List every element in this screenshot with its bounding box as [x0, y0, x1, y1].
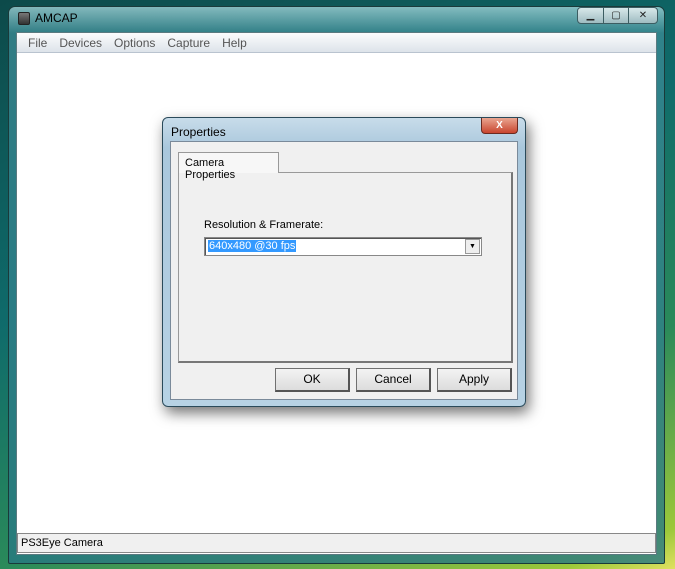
menu-help[interactable]: Help — [216, 33, 253, 52]
status-bar: PS3Eye Camera — [17, 533, 656, 553]
maximize-button[interactable]: ▢ — [603, 7, 629, 24]
close-button[interactable]: ✕ — [628, 7, 658, 24]
menu-devices[interactable]: Devices — [53, 33, 108, 52]
camera-app-icon — [18, 11, 30, 25]
tab-panel: Resolution & Framerate: 640x480 @30 fps … — [178, 172, 513, 363]
dialog-close-button[interactable]: X — [481, 118, 518, 134]
window-title-text: AMCAP — [35, 11, 78, 25]
minimize-button[interactable]: ▁ — [577, 7, 604, 24]
tab-camera-properties[interactable]: Camera Properties — [178, 152, 279, 181]
dialog-body: Camera Properties Resolution & Framerate… — [170, 141, 518, 400]
menu-bar: File Devices Options Capture Help — [17, 33, 656, 53]
cancel-button[interactable]: Cancel — [356, 368, 431, 392]
resolution-value: 640x480 @30 fps — [208, 240, 297, 252]
menu-options[interactable]: Options — [108, 33, 161, 52]
window-title: AMCAP — [18, 11, 78, 25]
resolution-dropdown[interactable]: 640x480 @30 fps ▼ — [204, 237, 482, 256]
apply-button[interactable]: Apply — [437, 368, 512, 392]
ok-button[interactable]: OK — [275, 368, 350, 392]
menu-file[interactable]: File — [22, 33, 53, 52]
properties-dialog: Properties X Camera Properties Resolutio… — [162, 117, 526, 407]
menu-capture[interactable]: Capture — [161, 33, 216, 52]
dialog-title: Properties — [171, 125, 226, 139]
resolution-label: Resolution & Framerate: — [204, 219, 324, 231]
chevron-down-icon[interactable]: ▼ — [465, 239, 480, 254]
